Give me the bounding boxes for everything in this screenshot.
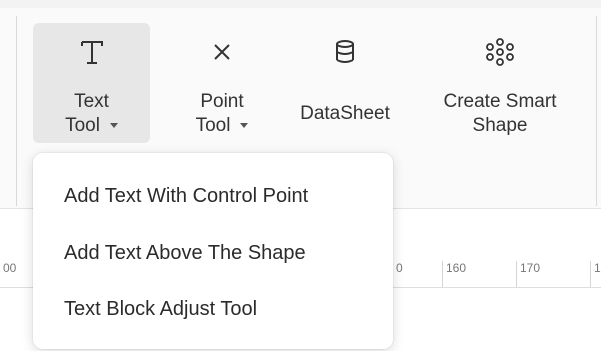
datasheet-label: DataSheet <box>300 103 390 124</box>
ruler-tick-label: 160 <box>442 261 466 287</box>
point-tool-icon <box>172 37 272 67</box>
text-tool-icon <box>33 37 150 67</box>
create-smart-shape-label-line1: Create Smart <box>443 91 557 112</box>
point-tool-label-line1: Point <box>200 91 244 112</box>
create-smart-shape-button[interactable]: Create Smart Shape <box>424 23 576 143</box>
menu-item-text-block-adjust-tool[interactable]: Text Block Adjust Tool <box>33 289 393 329</box>
ruler-tick-label: 170 <box>516 261 540 287</box>
point-tool-button[interactable]: Point Tool <box>172 23 272 143</box>
window-top-strip <box>0 0 601 8</box>
ruler-tick-label: 0 <box>396 261 403 275</box>
create-smart-shape-label-line2: Shape <box>472 115 528 136</box>
datasheet-icon <box>284 37 406 67</box>
point-tool-label-text: Tool <box>195 115 231 136</box>
point-tool-label-line2: Tool <box>172 115 272 137</box>
ruler-tick-label: 1 <box>590 261 601 287</box>
menu-item-add-text-with-control-point[interactable]: Add Text With Control Point <box>33 176 393 216</box>
toolbar-separator <box>596 16 597 206</box>
text-tool-button[interactable]: Text Tool <box>33 23 150 143</box>
text-tool-label-line2: Tool <box>33 115 150 137</box>
text-tool-dropdown-menu: Add Text With Control Point Add Text Abo… <box>33 153 393 349</box>
chevron-down-icon[interactable] <box>240 123 249 129</box>
text-tool-label-line1: Text <box>74 91 109 112</box>
toolbar-separator <box>16 16 17 206</box>
chevron-down-icon[interactable] <box>109 123 118 129</box>
menu-item-add-text-above-the-shape[interactable]: Add Text Above The Shape <box>33 233 393 273</box>
create-smart-shape-icon <box>424 37 576 67</box>
datasheet-button[interactable]: DataSheet <box>284 23 406 143</box>
ruler-tick-label: 00 <box>3 261 17 275</box>
text-tool-label-text: Tool <box>65 115 100 136</box>
